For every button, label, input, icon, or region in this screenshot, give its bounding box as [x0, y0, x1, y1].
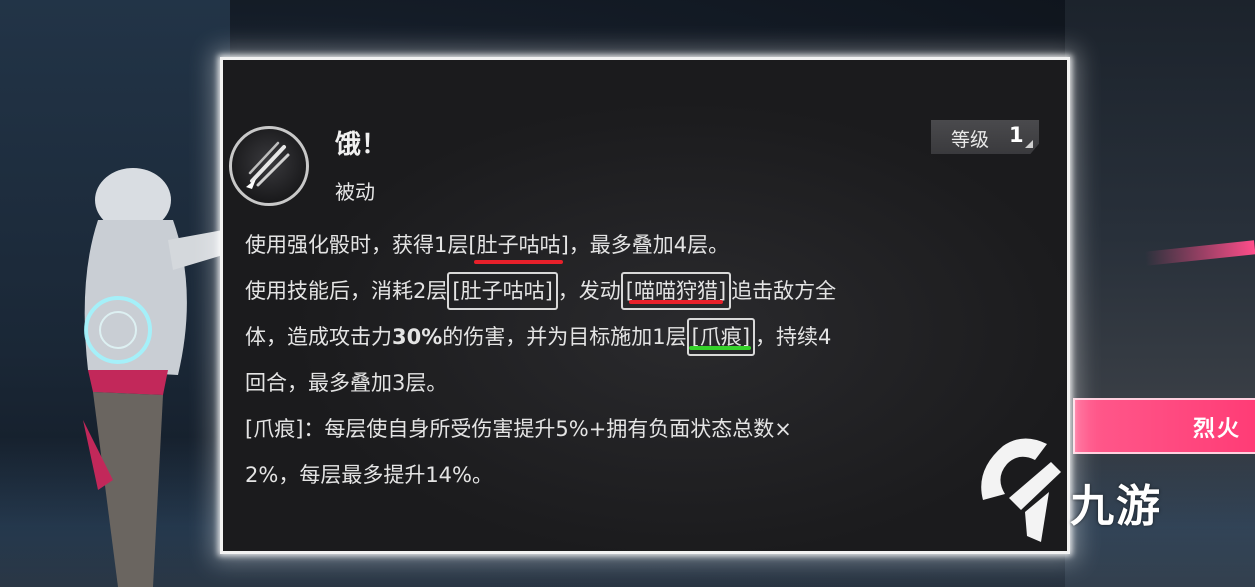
description-line: 体，造成攻击力30%的伤害，并为目标施加1层 [爪痕] ，持续4 — [245, 314, 831, 360]
description-line: 使用技能后，消耗2层 [肚子咕咕] ，发动 [喵喵狩猎] 追击敌方全 — [245, 268, 836, 314]
skill-name: 饿！ — [335, 130, 388, 160]
text-segment: ，持续4 — [755, 325, 832, 349]
text-segment: 的伤害，并为目标施加1层 — [442, 325, 687, 349]
text-segment: 使用技能后，消耗2层 — [245, 279, 448, 303]
keyword-text: [肚子咕咕] — [468, 233, 569, 257]
claw-slash-icon — [229, 126, 309, 206]
skill-panel: 饿！ 被动 等级 1 使用强化骰时，获得1层[肚子咕咕]，最多叠加4层。 使用技… — [220, 57, 1070, 554]
level-label: 等级 — [951, 129, 990, 151]
text-segment: ，发动 — [557, 279, 621, 303]
description-line: [爪痕]：每层使自身所受伤害提升5%+拥有负面状态总数× — [245, 417, 792, 441]
keyword-text: [爪痕] — [691, 325, 751, 349]
text-segment: 使用强化骰时，获得1层 — [245, 233, 469, 257]
text-segment: ，最多叠加4层。 — [568, 233, 730, 257]
description-line: 回合，最多叠加3层。 — [245, 371, 448, 395]
watermark-logo: 九游 — [965, 432, 1220, 552]
keyword-meow-hunt[interactable]: [喵喵狩猎] — [620, 272, 732, 310]
text-segment: 体，造成攻击力 — [245, 325, 392, 349]
nine-game-logo-icon — [981, 438, 1061, 542]
keyword-stomach-growl[interactable]: [肚子咕咕] — [468, 222, 569, 268]
keyword-text: [肚子咕咕] — [452, 279, 553, 303]
keyword-claw-mark[interactable]: [爪痕] — [686, 318, 756, 356]
description-line: 使用强化骰时，获得1层[肚子咕咕]，最多叠加4层。 — [245, 222, 729, 268]
description-line: 2%，每层最多提升14%。 — [245, 463, 493, 487]
watermark-text: 九游 — [1070, 481, 1162, 532]
keyword-stomach-growl-boxed[interactable]: [肚子咕咕] — [447, 272, 558, 310]
level-value: 1 — [1009, 123, 1024, 147]
skill-type: 被动 — [335, 180, 375, 204]
character-figure — [83, 168, 223, 587]
level-badge[interactable]: 等级 1 — [931, 120, 1039, 154]
level-corner-icon — [1025, 140, 1033, 148]
text-segment: 追击敌方全 — [731, 279, 837, 303]
damage-percent: 30% — [392, 325, 443, 349]
keyword-text: [喵喵狩猎] — [625, 279, 727, 303]
